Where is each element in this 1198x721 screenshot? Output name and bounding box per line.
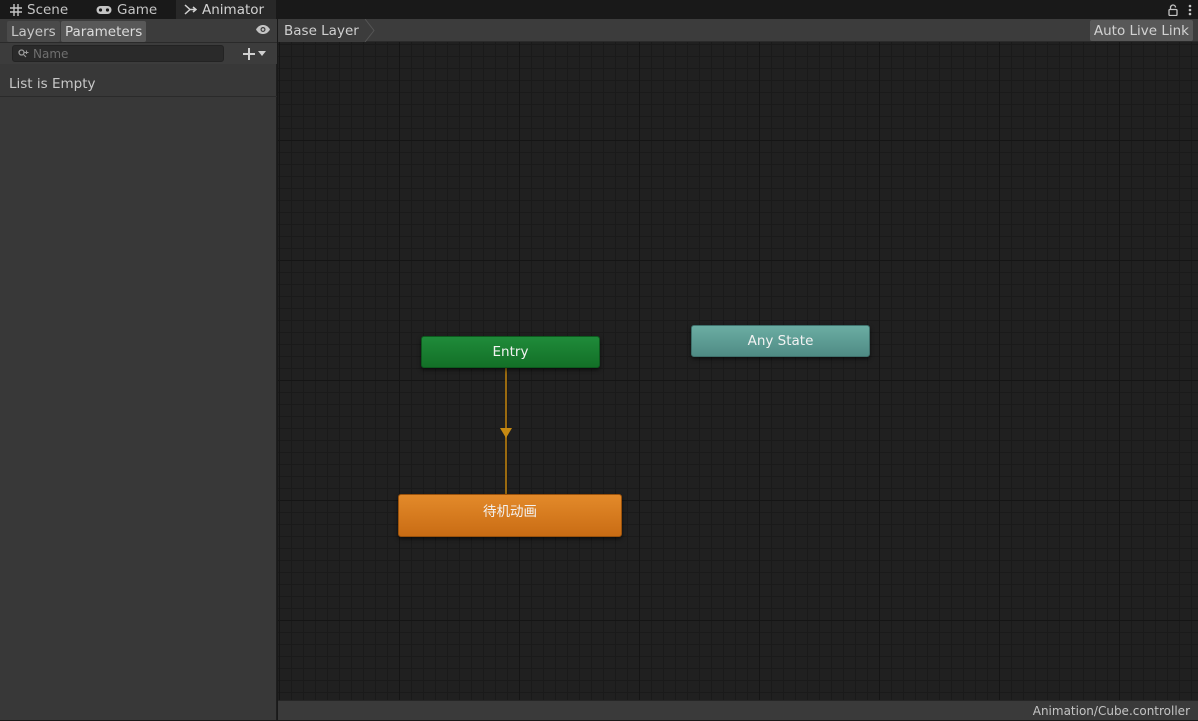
breadcrumb-item-base-layer[interactable]: Base Layer [278,19,365,42]
auto-live-link-button[interactable]: Auto Live Link [1089,20,1193,41]
add-parameter-button[interactable] [242,45,274,62]
tab-game[interactable]: Game [86,0,172,19]
search-input[interactable] [33,46,218,61]
plus-icon [243,47,255,60]
tab-scene[interactable]: Scene [0,0,86,19]
animator-icon [184,4,197,15]
gamepad-icon [96,5,112,14]
grid-icon [10,3,22,16]
controller-path: Animation/Cube.controller [1032,704,1190,718]
lock-icon[interactable] [1168,3,1178,16]
empty-list-message: List is Empty [0,72,277,97]
search-row [0,43,277,64]
breadcrumb: Base Layer [278,19,375,42]
window-controls [1168,0,1192,19]
parameters-panel: Layers Parameters List is Empty [0,19,277,720]
search-field[interactable] [12,45,224,62]
tab-label: Game [117,1,158,18]
graph-toolbar: Base Layer Auto Live Link [278,19,1198,42]
tab-layers[interactable]: Layers [7,21,60,42]
tab-label: Scene [27,1,69,18]
window-tab-strip: Scene Game Animator [0,0,1198,19]
dropdown-arrow-icon [258,51,266,56]
eye-icon[interactable] [255,24,271,35]
search-icon [18,49,29,58]
tab-label: Animator [202,1,265,18]
state-idle-default[interactable]: 待机动画 [398,494,622,537]
panel-toolbar: Layers Parameters [0,19,277,43]
animator-graph-canvas[interactable] [278,19,1198,700]
tab-parameters[interactable]: Parameters [61,21,147,42]
status-bar: Animation/Cube.controller [278,700,1198,720]
breadcrumb-separator-icon [364,19,375,42]
state-any-state[interactable]: Any State [691,325,870,357]
more-options-icon[interactable] [1188,4,1192,16]
tab-animator[interactable]: Animator [176,0,276,19]
state-entry[interactable]: Entry [421,336,600,368]
